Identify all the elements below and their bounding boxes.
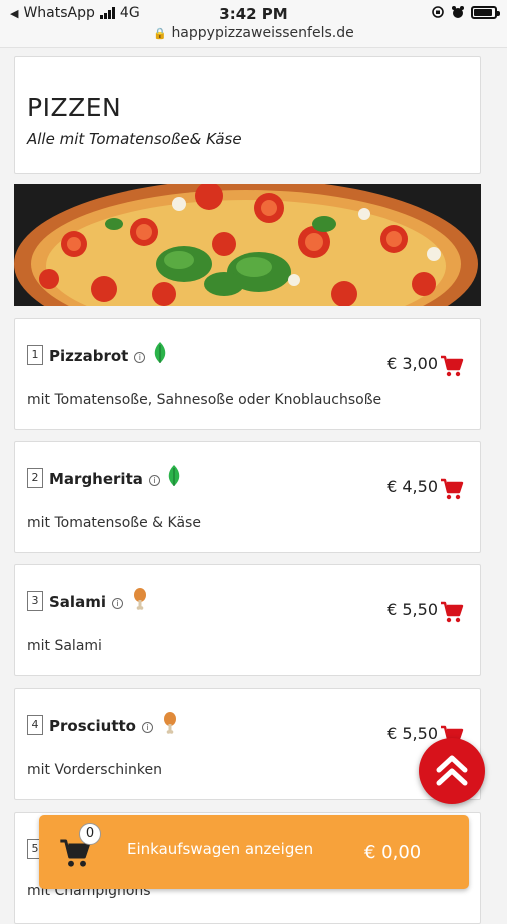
battery-icon [471,5,500,19]
status-right [431,5,500,19]
lock-icon: 🔒 [153,27,167,40]
alarm-icon [452,6,464,18]
info-icon[interactable]: i [148,475,160,486]
item-name[interactable]: Margherita i [49,470,160,488]
item-name[interactable]: Prosciutto i [49,717,153,735]
item-number: 4 [27,715,43,735]
info-icon[interactable]: i [141,722,153,733]
section-title: PIZZEN [27,93,122,122]
item-description: mit Tomatensoße, Sahnesoße oder Knoblauc… [27,392,382,408]
cart-count-badge: 0 [79,823,101,845]
item-name-text[interactable]: Margherita [49,470,143,488]
item-price: € 4,50 [387,477,438,496]
menu-item-margherita[interactable]: 2 Margherita i € 4,50 mit Tomatensoße & K… [14,441,481,553]
item-number: 2 [27,468,43,488]
item-name[interactable]: Salami i [49,593,123,611]
item-name[interactable]: Pizzabrot i [49,347,146,365]
scroll-to-top-button[interactable] [419,738,485,804]
item-name-text[interactable]: Pizzabrot [49,347,128,365]
item-number: 3 [27,591,43,611]
status-bar: ◀ WhatsApp 4G 3:42 PM 🔒 happypizzaweisse… [0,0,507,48]
rotation-lock-icon [432,6,444,18]
cart-label: Einkaufswagen anzeigen [127,840,314,858]
add-to-cart-icon[interactable] [440,600,464,624]
menu-item-prosciutto[interactable]: 4 Prosciutto i € 5,50 mit Vorderschinken [14,688,481,800]
item-price: € 5,50 [387,600,438,619]
info-icon[interactable]: i [111,598,123,609]
item-number: 1 [27,345,43,365]
leaf-icon [154,342,166,363]
item-description: mit Tomatensoße & Käse [27,515,201,531]
menu-item-salami[interactable]: 3 Salami i € 5,50 mit Salami [14,564,481,676]
item-description: mit Salami [27,638,102,654]
view-cart-button[interactable]: 0 Einkaufswagen anzeigen € 0,00 [39,815,469,889]
cart-total: € 0,00 [364,842,422,863]
info-icon[interactable]: i [134,352,146,363]
url-bar[interactable]: 🔒 happypizzaweissenfels.de [0,25,507,41]
item-name-text[interactable]: Prosciutto [49,717,136,735]
add-to-cart-icon[interactable] [440,477,464,501]
double-chevron-up-icon [436,755,468,786]
leaf-icon [168,465,180,486]
item-description: mit Vorderschinken [27,762,163,778]
drumstick-icon [134,588,146,610]
menu-item-pizzabrot[interactable]: 1 Pizzabrot i € 3,00 mit Tomatensoße, Sah… [14,318,481,430]
section-header: PIZZEN Alle mit Tomatensoße& Käse [14,56,481,174]
item-name-text[interactable]: Salami [49,593,106,611]
add-to-cart-icon[interactable] [440,354,464,378]
pizza-banner-image [14,184,481,306]
item-price: € 3,00 [387,354,438,373]
section-subtitle: Alle mit Tomatensoße& Käse [27,130,242,148]
url-text[interactable]: happypizzaweissenfels.de [171,25,353,41]
drumstick-icon [164,712,176,734]
